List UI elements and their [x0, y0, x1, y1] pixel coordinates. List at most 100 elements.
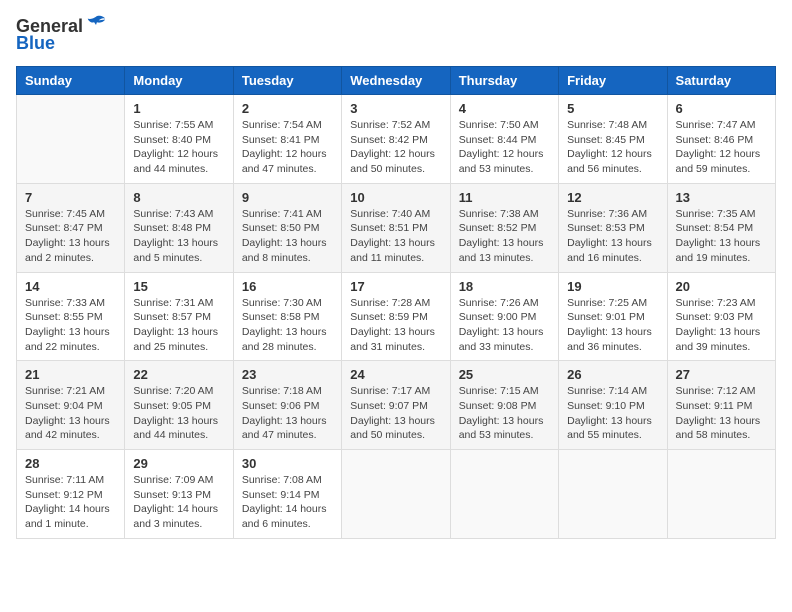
day-info: Sunrise: 7:20 AMSunset: 9:05 PMDaylight:…: [133, 384, 224, 443]
day-number: 12: [567, 190, 658, 205]
weekday-header-sunday: Sunday: [17, 67, 125, 95]
day-number: 8: [133, 190, 224, 205]
day-info: Sunrise: 7:48 AMSunset: 8:45 PMDaylight:…: [567, 118, 658, 177]
day-number: 29: [133, 456, 224, 471]
day-info: Sunrise: 7:09 AMSunset: 9:13 PMDaylight:…: [133, 473, 224, 532]
day-info: Sunrise: 7:21 AMSunset: 9:04 PMDaylight:…: [25, 384, 116, 443]
day-info: Sunrise: 7:14 AMSunset: 9:10 PMDaylight:…: [567, 384, 658, 443]
calendar-cell: 21 Sunrise: 7:21 AMSunset: 9:04 PMDayligh…: [17, 361, 125, 450]
day-info: Sunrise: 7:55 AMSunset: 8:40 PMDaylight:…: [133, 118, 224, 177]
calendar-cell: 4Sunrise: 7:50 AMSunset: 8:44 PMDaylight…: [450, 95, 558, 184]
calendar-cell: 7 Sunrise: 7:45 AMSunset: 8:47 PMDaylight…: [17, 183, 125, 272]
day-info: Sunrise: 7:47 AMSunset: 8:46 PMDaylight:…: [676, 118, 767, 177]
day-number: 25: [459, 367, 550, 382]
calendar-cell: [450, 450, 558, 539]
day-info: Sunrise: 7:45 AMSunset: 8:47 PMDaylight:…: [25, 207, 116, 266]
day-info: Sunrise: 7:31 AMSunset: 8:57 PMDaylight:…: [133, 296, 224, 355]
calendar-cell: 23Sunrise: 7:18 AMSunset: 9:06 PMDayligh…: [233, 361, 341, 450]
calendar-cell: 18 Sunrise: 7:26 AMSunset: 9:00 PMDayligh…: [450, 272, 558, 361]
header: General Blue: [16, 16, 776, 54]
calendar-cell: 6 Sunrise: 7:47 AMSunset: 8:46 PMDaylight…: [667, 95, 775, 184]
day-number: 14: [25, 279, 116, 294]
calendar-cell: 2 Sunrise: 7:54 AMSunset: 8:41 PMDaylight…: [233, 95, 341, 184]
day-number: 30: [242, 456, 333, 471]
calendar-cell: 14 Sunrise: 7:33 AMSunset: 8:55 PMDayligh…: [17, 272, 125, 361]
day-info: Sunrise: 7:28 AMSunset: 8:59 PMDaylight:…: [350, 296, 441, 355]
day-number: 27: [676, 367, 767, 382]
day-number: 16: [242, 279, 333, 294]
day-number: 18: [459, 279, 550, 294]
day-number: 24: [350, 367, 441, 382]
logo: General Blue: [16, 16, 107, 54]
calendar-week-row: 14 Sunrise: 7:33 AMSunset: 8:55 PMDayligh…: [17, 272, 776, 361]
day-info: Sunrise: 7:33 AMSunset: 8:55 PMDaylight:…: [25, 296, 116, 355]
day-number: 15: [133, 279, 224, 294]
day-info: Sunrise: 7:25 AMSunset: 9:01 PMDaylight:…: [567, 296, 658, 355]
day-number: 6: [676, 101, 767, 116]
day-number: 9: [242, 190, 333, 205]
day-info: Sunrise: 7:26 AMSunset: 9:00 PMDaylight:…: [459, 296, 550, 355]
day-number: 2: [242, 101, 333, 116]
day-info: Sunrise: 7:41 AMSunset: 8:50 PMDaylight:…: [242, 207, 333, 266]
calendar-week-row: 7 Sunrise: 7:45 AMSunset: 8:47 PMDaylight…: [17, 183, 776, 272]
day-number: 17: [350, 279, 441, 294]
day-info: Sunrise: 7:18 AMSunset: 9:06 PMDaylight:…: [242, 384, 333, 443]
day-number: 19: [567, 279, 658, 294]
calendar-cell: 19 Sunrise: 7:25 AMSunset: 9:01 PMDayligh…: [559, 272, 667, 361]
day-number: 20: [676, 279, 767, 294]
weekday-header-monday: Monday: [125, 67, 233, 95]
weekday-header-thursday: Thursday: [450, 67, 558, 95]
day-info: Sunrise: 7:54 AMSunset: 8:41 PMDaylight:…: [242, 118, 333, 177]
calendar-table: SundayMondayTuesdayWednesdayThursdayFrid…: [16, 66, 776, 539]
day-number: 1: [133, 101, 224, 116]
day-number: 5: [567, 101, 658, 116]
calendar-cell: [559, 450, 667, 539]
calendar-cell: 3 Sunrise: 7:52 AMSunset: 8:42 PMDaylight…: [342, 95, 450, 184]
calendar-cell: 30 Sunrise: 7:08 AMSunset: 9:14 PMDayligh…: [233, 450, 341, 539]
day-info: Sunrise: 7:11 AMSunset: 9:12 PMDaylight:…: [25, 473, 116, 532]
day-info: Sunrise: 7:23 AMSunset: 9:03 PMDaylight:…: [676, 296, 767, 355]
day-info: Sunrise: 7:12 AMSunset: 9:11 PMDaylight:…: [676, 384, 767, 443]
calendar-cell: 24 Sunrise: 7:17 AMSunset: 9:07 PMDayligh…: [342, 361, 450, 450]
calendar-cell: 8 Sunrise: 7:43 AMSunset: 8:48 PMDaylight…: [125, 183, 233, 272]
day-info: Sunrise: 7:50 AMSunset: 8:44 PMDaylight:…: [459, 118, 550, 177]
calendar-week-row: 21 Sunrise: 7:21 AMSunset: 9:04 PMDayligh…: [17, 361, 776, 450]
calendar-week-row: 1 Sunrise: 7:55 AMSunset: 8:40 PMDaylight…: [17, 95, 776, 184]
calendar-cell: 22 Sunrise: 7:20 AMSunset: 9:05 PMDayligh…: [125, 361, 233, 450]
weekday-header-saturday: Saturday: [667, 67, 775, 95]
day-number: 28: [25, 456, 116, 471]
calendar-cell: 28 Sunrise: 7:11 AMSunset: 9:12 PMDayligh…: [17, 450, 125, 539]
calendar-week-row: 28 Sunrise: 7:11 AMSunset: 9:12 PMDayligh…: [17, 450, 776, 539]
calendar-cell: [342, 450, 450, 539]
day-number: 3: [350, 101, 441, 116]
day-info: Sunrise: 7:36 AMSunset: 8:53 PMDaylight:…: [567, 207, 658, 266]
calendar-cell: 17 Sunrise: 7:28 AMSunset: 8:59 PMDayligh…: [342, 272, 450, 361]
calendar-cell: [17, 95, 125, 184]
day-number: 11: [459, 190, 550, 205]
calendar-cell: 16 Sunrise: 7:30 AMSunset: 8:58 PMDayligh…: [233, 272, 341, 361]
calendar-cell: [667, 450, 775, 539]
day-number: 21: [25, 367, 116, 382]
day-info: Sunrise: 7:17 AMSunset: 9:07 PMDaylight:…: [350, 384, 441, 443]
day-number: 10: [350, 190, 441, 205]
day-number: 7: [25, 190, 116, 205]
day-info: Sunrise: 7:35 AMSunset: 8:54 PMDaylight:…: [676, 207, 767, 266]
weekday-header-friday: Friday: [559, 67, 667, 95]
calendar-cell: 10Sunrise: 7:40 AMSunset: 8:51 PMDayligh…: [342, 183, 450, 272]
weekday-header-row: SundayMondayTuesdayWednesdayThursdayFrid…: [17, 67, 776, 95]
day-info: Sunrise: 7:43 AMSunset: 8:48 PMDaylight:…: [133, 207, 224, 266]
calendar-cell: 5 Sunrise: 7:48 AMSunset: 8:45 PMDaylight…: [559, 95, 667, 184]
day-info: Sunrise: 7:08 AMSunset: 9:14 PMDaylight:…: [242, 473, 333, 532]
day-info: Sunrise: 7:30 AMSunset: 8:58 PMDaylight:…: [242, 296, 333, 355]
calendar-cell: 20 Sunrise: 7:23 AMSunset: 9:03 PMDayligh…: [667, 272, 775, 361]
calendar-cell: 12 Sunrise: 7:36 AMSunset: 8:53 PMDayligh…: [559, 183, 667, 272]
day-number: 13: [676, 190, 767, 205]
calendar-cell: 29 Sunrise: 7:09 AMSunset: 9:13 PMDayligh…: [125, 450, 233, 539]
weekday-header-wednesday: Wednesday: [342, 67, 450, 95]
calendar-cell: 26Sunrise: 7:14 AMSunset: 9:10 PMDayligh…: [559, 361, 667, 450]
weekday-header-tuesday: Tuesday: [233, 67, 341, 95]
logo-blue: Blue: [16, 33, 55, 54]
calendar-cell: 13 Sunrise: 7:35 AMSunset: 8:54 PMDayligh…: [667, 183, 775, 272]
day-info: Sunrise: 7:52 AMSunset: 8:42 PMDaylight:…: [350, 118, 441, 177]
day-number: 22: [133, 367, 224, 382]
